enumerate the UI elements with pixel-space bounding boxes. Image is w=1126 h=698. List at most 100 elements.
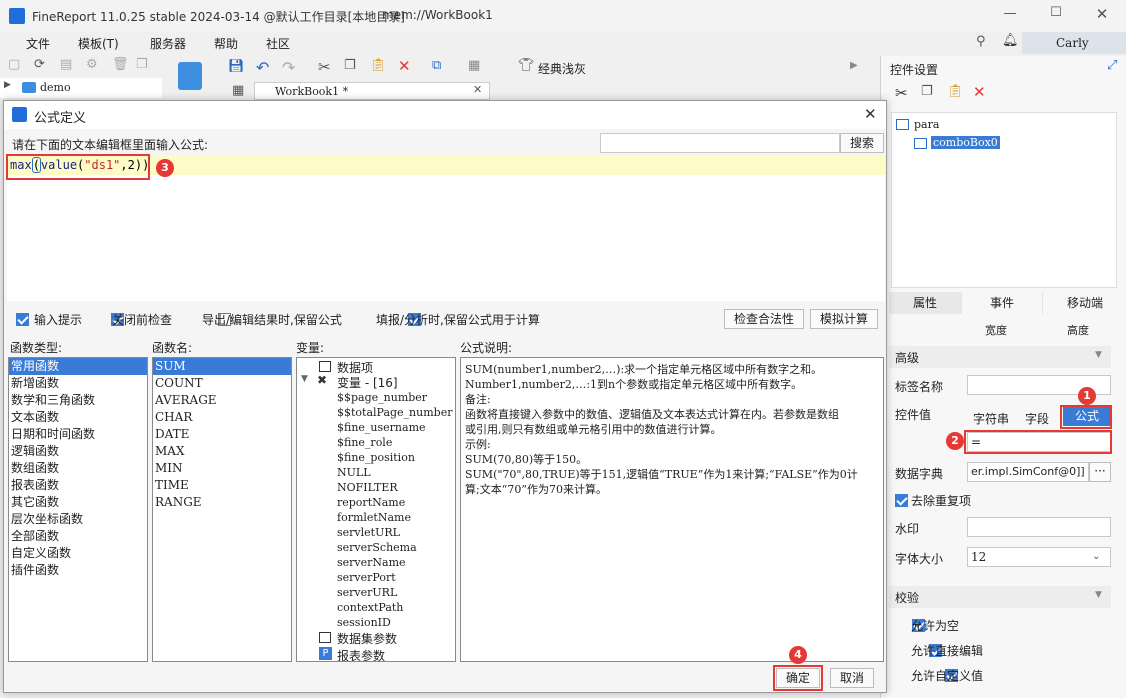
paste-icon[interactable]: 📋︎ — [370, 58, 387, 73]
list-item[interactable]: reportName — [337, 495, 452, 510]
list-item[interactable]: TIME — [153, 477, 291, 494]
cut-icon[interactable]: ✂ — [318, 58, 331, 76]
list-item[interactable]: $fine_role — [337, 435, 452, 450]
type-field[interactable]: 字段 — [1025, 410, 1049, 427]
search-input[interactable] — [600, 133, 840, 153]
list-item[interactable]: 插件函数 — [9, 562, 147, 579]
list-item[interactable]: NULL — [337, 465, 452, 480]
data-dict-input[interactable]: er.impl.SimConf@0]] — [967, 462, 1089, 482]
list-item[interactable]: CHAR — [153, 409, 291, 426]
list-item[interactable]: serverURL — [337, 585, 452, 600]
list-item[interactable]: 报表函数 — [9, 477, 147, 494]
list-item[interactable]: $fine_position — [337, 450, 452, 465]
scroll-right-icon[interactable]: ▶ — [850, 60, 858, 71]
tab-workbook1[interactable]: WorkBook1 * ✕ — [254, 82, 490, 100]
list-item[interactable]: serverSchema — [337, 540, 452, 555]
search-button[interactable]: 搜索 — [840, 133, 884, 153]
menu-file[interactable]: 文件 — [26, 35, 50, 52]
refresh-icon[interactable]: ⟳ — [34, 57, 45, 72]
list-item[interactable]: 数组函数 — [9, 460, 147, 477]
variable-tree[interactable]: 数据项 ▼ ✖ 变量 - [16] $$page_number $$totalP… — [296, 357, 456, 662]
new-icon[interactable]: ▢ — [8, 57, 20, 72]
maximize-icon[interactable]: ☐ — [1046, 5, 1066, 20]
validate-button[interactable]: 检查合法性 — [724, 309, 804, 329]
dedup-checkbox[interactable] — [895, 494, 908, 507]
panel-cut-icon[interactable]: ✂ — [895, 84, 908, 102]
close-icon[interactable]: ✕ — [1092, 5, 1112, 23]
list-item[interactable]: servletURL — [337, 525, 452, 540]
font-size-select[interactable]: 12 ⌄ — [967, 547, 1111, 567]
list-item[interactable]: 文本函数 — [9, 409, 147, 426]
list-item[interactable]: RANGE — [153, 494, 291, 511]
collapse-icon[interactable]: ▼ — [1095, 350, 1102, 360]
expand-icon[interactable]: ▶ — [4, 80, 11, 90]
type-string[interactable]: 字符串 — [973, 410, 1009, 427]
list-item[interactable]: 常用函数 — [9, 358, 147, 375]
settings-icon[interactable]: ⚙ — [86, 57, 98, 72]
func-name-list[interactable]: SUM COUNT AVERAGE CHAR DATE MAX MIN TIME… — [152, 357, 292, 662]
list-item[interactable]: 逻辑函数 — [9, 443, 147, 460]
data-dict-more-button[interactable]: ··· — [1089, 462, 1111, 482]
func-type-list[interactable]: 常用函数 新增函数 数学和三角函数 文本函数 日期和时间函数 逻辑函数 数组函数… — [8, 357, 148, 662]
menu-community[interactable]: 社区 — [266, 35, 290, 52]
redo-icon[interactable]: ↷ — [282, 58, 295, 77]
tab-attributes[interactable]: 属性 — [889, 292, 961, 314]
list-item[interactable]: contextPath — [337, 600, 452, 615]
save-icon[interactable]: 💾︎ — [228, 59, 245, 74]
tab-close-icon[interactable]: ✕ — [473, 83, 482, 96]
list-item[interactable]: serverPort — [337, 570, 452, 585]
list-item[interactable]: 日期和时间函数 — [9, 426, 147, 443]
pin-icon[interactable]: ⤢ — [1107, 58, 1117, 73]
delete-icon[interactable]: 🗑︎ — [112, 57, 129, 72]
tree-combobox0[interactable]: comboBox0 — [931, 136, 1000, 149]
list-item[interactable]: 其它函数 — [9, 494, 147, 511]
theme-label[interactable]: 经典浅灰 — [538, 60, 586, 77]
opt-hint-checkbox[interactable] — [16, 313, 29, 326]
collapse-icon-2[interactable]: ▼ — [1095, 590, 1102, 600]
panel-paste-icon[interactable]: 📋︎ — [947, 84, 964, 99]
tab-mobile[interactable]: 移动端 — [1043, 292, 1126, 314]
cancel-button[interactable]: 取消 — [830, 668, 874, 688]
tree-para[interactable]: para — [914, 118, 939, 131]
copy-tool-icon[interactable]: ❐ — [344, 58, 356, 73]
list-item[interactable]: $fine_username — [337, 420, 452, 435]
section-advanced[interactable]: 高级 ▼ — [889, 346, 1111, 368]
list-item[interactable]: COUNT — [153, 375, 291, 392]
minimize-icon[interactable]: — — [1000, 6, 1020, 21]
panel-delete-icon[interactable]: ✕ — [973, 83, 986, 101]
watermark-input[interactable] — [967, 517, 1111, 537]
list-item[interactable]: MIN — [153, 460, 291, 477]
preview-icon[interactable]: ⧉ — [432, 58, 441, 73]
notification-icon[interactable]: 🔔︎ — [1002, 33, 1019, 48]
simulate-button[interactable]: 模拟计算 — [810, 309, 878, 329]
list-item[interactable]: SUM — [153, 358, 291, 375]
delete-tool-icon[interactable]: ✕ — [398, 57, 411, 75]
list-item[interactable]: 新增函数 — [9, 375, 147, 392]
dialog-close-icon[interactable]: ✕ — [864, 105, 877, 123]
list-item[interactable]: NOFILTER — [337, 480, 452, 495]
template-icon[interactable] — [178, 62, 202, 90]
list-item[interactable]: sessionID — [337, 615, 452, 630]
list-item[interactable]: DATE — [153, 426, 291, 443]
list-item[interactable]: 层次坐标函数 — [9, 511, 147, 528]
list-item[interactable]: MAX — [153, 443, 291, 460]
list-item[interactable]: serverName — [337, 555, 452, 570]
user-badge[interactable]: Carly — [1022, 32, 1126, 54]
panel-copy-icon[interactable]: ❐ — [921, 84, 933, 99]
tab-events[interactable]: 事件 — [962, 292, 1042, 314]
props-icon[interactable]: ▤ — [60, 57, 72, 72]
tree-root-demo[interactable]: demo — [40, 81, 71, 94]
list-item[interactable]: AVERAGE — [153, 392, 291, 409]
list-item[interactable]: 自定义函数 — [9, 545, 147, 562]
undo-icon[interactable]: ↶ — [256, 58, 269, 77]
menu-template[interactable]: 模板(T) — [78, 35, 119, 52]
section-validate[interactable]: 校验 ▼ — [889, 586, 1111, 608]
search-icon[interactable]: ⚲ — [976, 34, 986, 49]
tree-toggle-icon[interactable]: ▼ — [301, 374, 308, 384]
list-item[interactable]: formletName — [337, 510, 452, 525]
copy-icon[interactable]: ❐ — [136, 57, 148, 72]
grid-icon[interactable]: ▦ — [468, 58, 480, 73]
list-item[interactable]: 全部函数 — [9, 528, 147, 545]
list-item[interactable]: 数学和三角函数 — [9, 392, 147, 409]
list-item[interactable]: $$totalPage_number — [337, 405, 452, 420]
